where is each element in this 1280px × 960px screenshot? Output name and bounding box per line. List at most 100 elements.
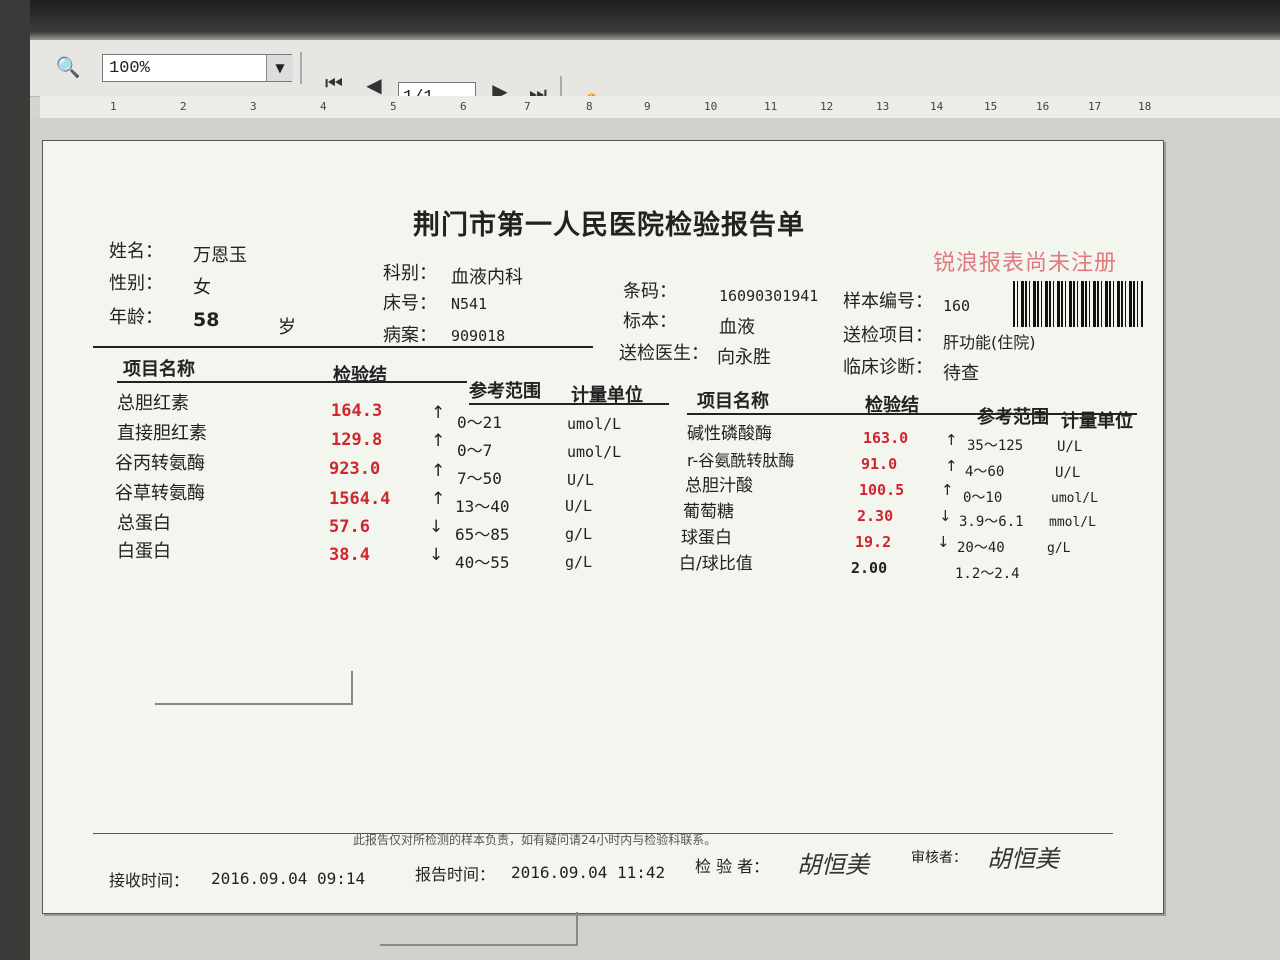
table-row-unit: g/L — [1047, 541, 1071, 556]
table-row-result: 2.00 — [851, 559, 888, 577]
table-row-unit: mmol/L — [1049, 515, 1096, 530]
table-row-unit: umol/L — [567, 415, 622, 433]
ruler-mark: 5 — [390, 100, 397, 113]
table-row-unit: umol/L — [1051, 491, 1098, 506]
dept-label: 科别： — [383, 263, 437, 284]
table-row-result: 100.5 — [859, 481, 905, 499]
table-row-name: 谷草转氨酶 — [115, 483, 205, 504]
bed-value: N541 — [451, 295, 488, 313]
table-row-result: 164.3 — [331, 401, 383, 421]
sample-no-value: 160 — [943, 297, 971, 315]
ruler-mark: 2 — [180, 100, 187, 113]
table-row-name: 总蛋白 — [117, 513, 171, 534]
report-time: 2016.09.04 11:42 — [511, 863, 666, 882]
arrow-up-icon: ↑ — [945, 457, 958, 475]
arrow-up-icon: ↑ — [945, 431, 958, 449]
table-row-name: 总胆汁酸 — [685, 476, 753, 496]
left-header-name: 项目名称 — [123, 359, 195, 380]
table-row-name: 谷丙转氨酶 — [115, 453, 205, 474]
first-page-icon[interactable]: ⏮ — [320, 70, 348, 96]
table-row-unit: U/L — [1057, 439, 1083, 455]
arrow-down-icon: ↓ — [937, 533, 950, 551]
left-header-result: 检验结 — [333, 365, 387, 386]
doctor-value: 向永胜 — [717, 347, 771, 368]
ruler-mark: 14 — [930, 100, 944, 113]
diagnosis-label: 临床诊断： — [843, 357, 933, 378]
ruler-mark: 9 — [644, 100, 651, 113]
patient-name: 万恩玉 — [193, 245, 247, 266]
table-row-range: 7～50 — [457, 469, 502, 488]
search-icon[interactable]: 🔍 — [54, 54, 82, 80]
table-row-range: 40～55 — [455, 553, 510, 572]
right-header-range: 参考范围 — [977, 407, 1049, 428]
left-header-range: 参考范围 — [469, 381, 541, 402]
table-row-range: 13～40 — [455, 497, 510, 516]
table-row-result: 129.8 — [331, 430, 383, 450]
arrow-up-icon: ↑ — [431, 403, 446, 423]
monitor-bezel-left — [0, 0, 30, 960]
ruler-mark: 17 — [1088, 100, 1102, 113]
arrow-up-icon: ↑ — [941, 481, 954, 499]
ruler-mark: 13 — [876, 100, 890, 113]
table-row-result: 19.2 — [855, 533, 892, 551]
page-shadow-corner — [380, 912, 578, 946]
table-row-unit: umol/L — [567, 443, 622, 461]
barcode-image — [1013, 281, 1143, 327]
footer-disclaimer: 此报告仅对所检测的样本负责，如有疑问请24小时内与检验科联系。 — [353, 833, 717, 847]
table-row-name: 碱性磷酸酶 — [687, 424, 772, 444]
table-row-range: 1.2～2.4 — [955, 566, 1020, 582]
table-row-range: 35～125 — [967, 438, 1024, 454]
specimen-value: 血液 — [719, 317, 755, 338]
table-row-result: 2.30 — [857, 507, 894, 525]
ruler: 1 2 3 4 5 6 7 8 9 10 11 12 13 14 15 16 1… — [40, 96, 1280, 119]
prev-page-icon[interactable]: ◀ — [360, 72, 388, 98]
sample-no-label: 样本编号： — [843, 291, 933, 312]
arrow-up-icon: ↑ — [431, 461, 446, 481]
table-row-unit: g/L — [565, 553, 593, 571]
table-row-name: 直接胆红素 — [117, 423, 207, 444]
case-value: 909018 — [451, 327, 506, 345]
table-row-name: 球蛋白 — [681, 528, 732, 548]
tester-signature: 胡恒美 — [797, 851, 869, 879]
table-row-result: 923.0 — [329, 459, 381, 479]
table-row-unit: g/L — [565, 525, 593, 543]
receive-time: 2016.09.04 09:14 — [211, 869, 366, 888]
patient-age: 58 — [193, 309, 220, 331]
tester-label: 检 验 者： — [695, 857, 770, 876]
ruler-mark: 4 — [320, 100, 327, 113]
reviewer-signature: 胡恒美 — [987, 845, 1059, 873]
specimen-label: 标本： — [623, 311, 677, 332]
table-row-unit: U/L — [1055, 465, 1081, 481]
monitor-bezel-top — [0, 0, 1280, 40]
table-row-range: 3.9～6.1 — [959, 514, 1024, 530]
arrow-down-icon: ↓ — [939, 507, 952, 525]
arrow-up-icon: ↑ — [431, 489, 446, 509]
report-title: 荆门市第一人民医院检验报告单 — [413, 210, 805, 241]
arrow-down-icon: ↓ — [429, 517, 444, 537]
table-row-range: 20～40 — [957, 540, 1005, 556]
chevron-down-icon[interactable]: ▼ — [266, 55, 293, 81]
case-label: 病案： — [383, 325, 437, 346]
arrow-down-icon: ↓ — [429, 545, 444, 565]
zoom-select[interactable]: 100% — [102, 54, 292, 82]
ruler-mark: 15 — [984, 100, 998, 113]
left-table-rule — [469, 403, 669, 405]
preview-toolbar: 🔍 100% ▼ ⏮ ◀ 1/1 ▶ ⏭ ✋ — [30, 40, 1280, 115]
ruler-mark: 6 — [460, 100, 467, 113]
empty-field-corner — [155, 671, 353, 705]
header-rule — [93, 346, 593, 348]
ruler-mark: 8 — [586, 100, 593, 113]
ruler-mark: 18 — [1138, 100, 1152, 113]
ruler-mark: 16 — [1036, 100, 1050, 113]
test-item-value: 肝功能(住院) — [943, 333, 1036, 352]
table-row-range: 0～7 — [457, 441, 493, 460]
table-row-name: 白蛋白 — [117, 541, 171, 562]
age-label: 年龄： — [109, 307, 163, 328]
ruler-mark: 12 — [820, 100, 834, 113]
barcode-value: 16090301941 — [719, 287, 819, 305]
receive-time-label: 接收时间： — [109, 871, 190, 890]
left-table-rule — [117, 381, 467, 383]
right-header-name: 项目名称 — [697, 391, 769, 412]
age-unit: 岁 — [278, 317, 296, 338]
table-row-result: 1564.4 — [329, 489, 391, 509]
